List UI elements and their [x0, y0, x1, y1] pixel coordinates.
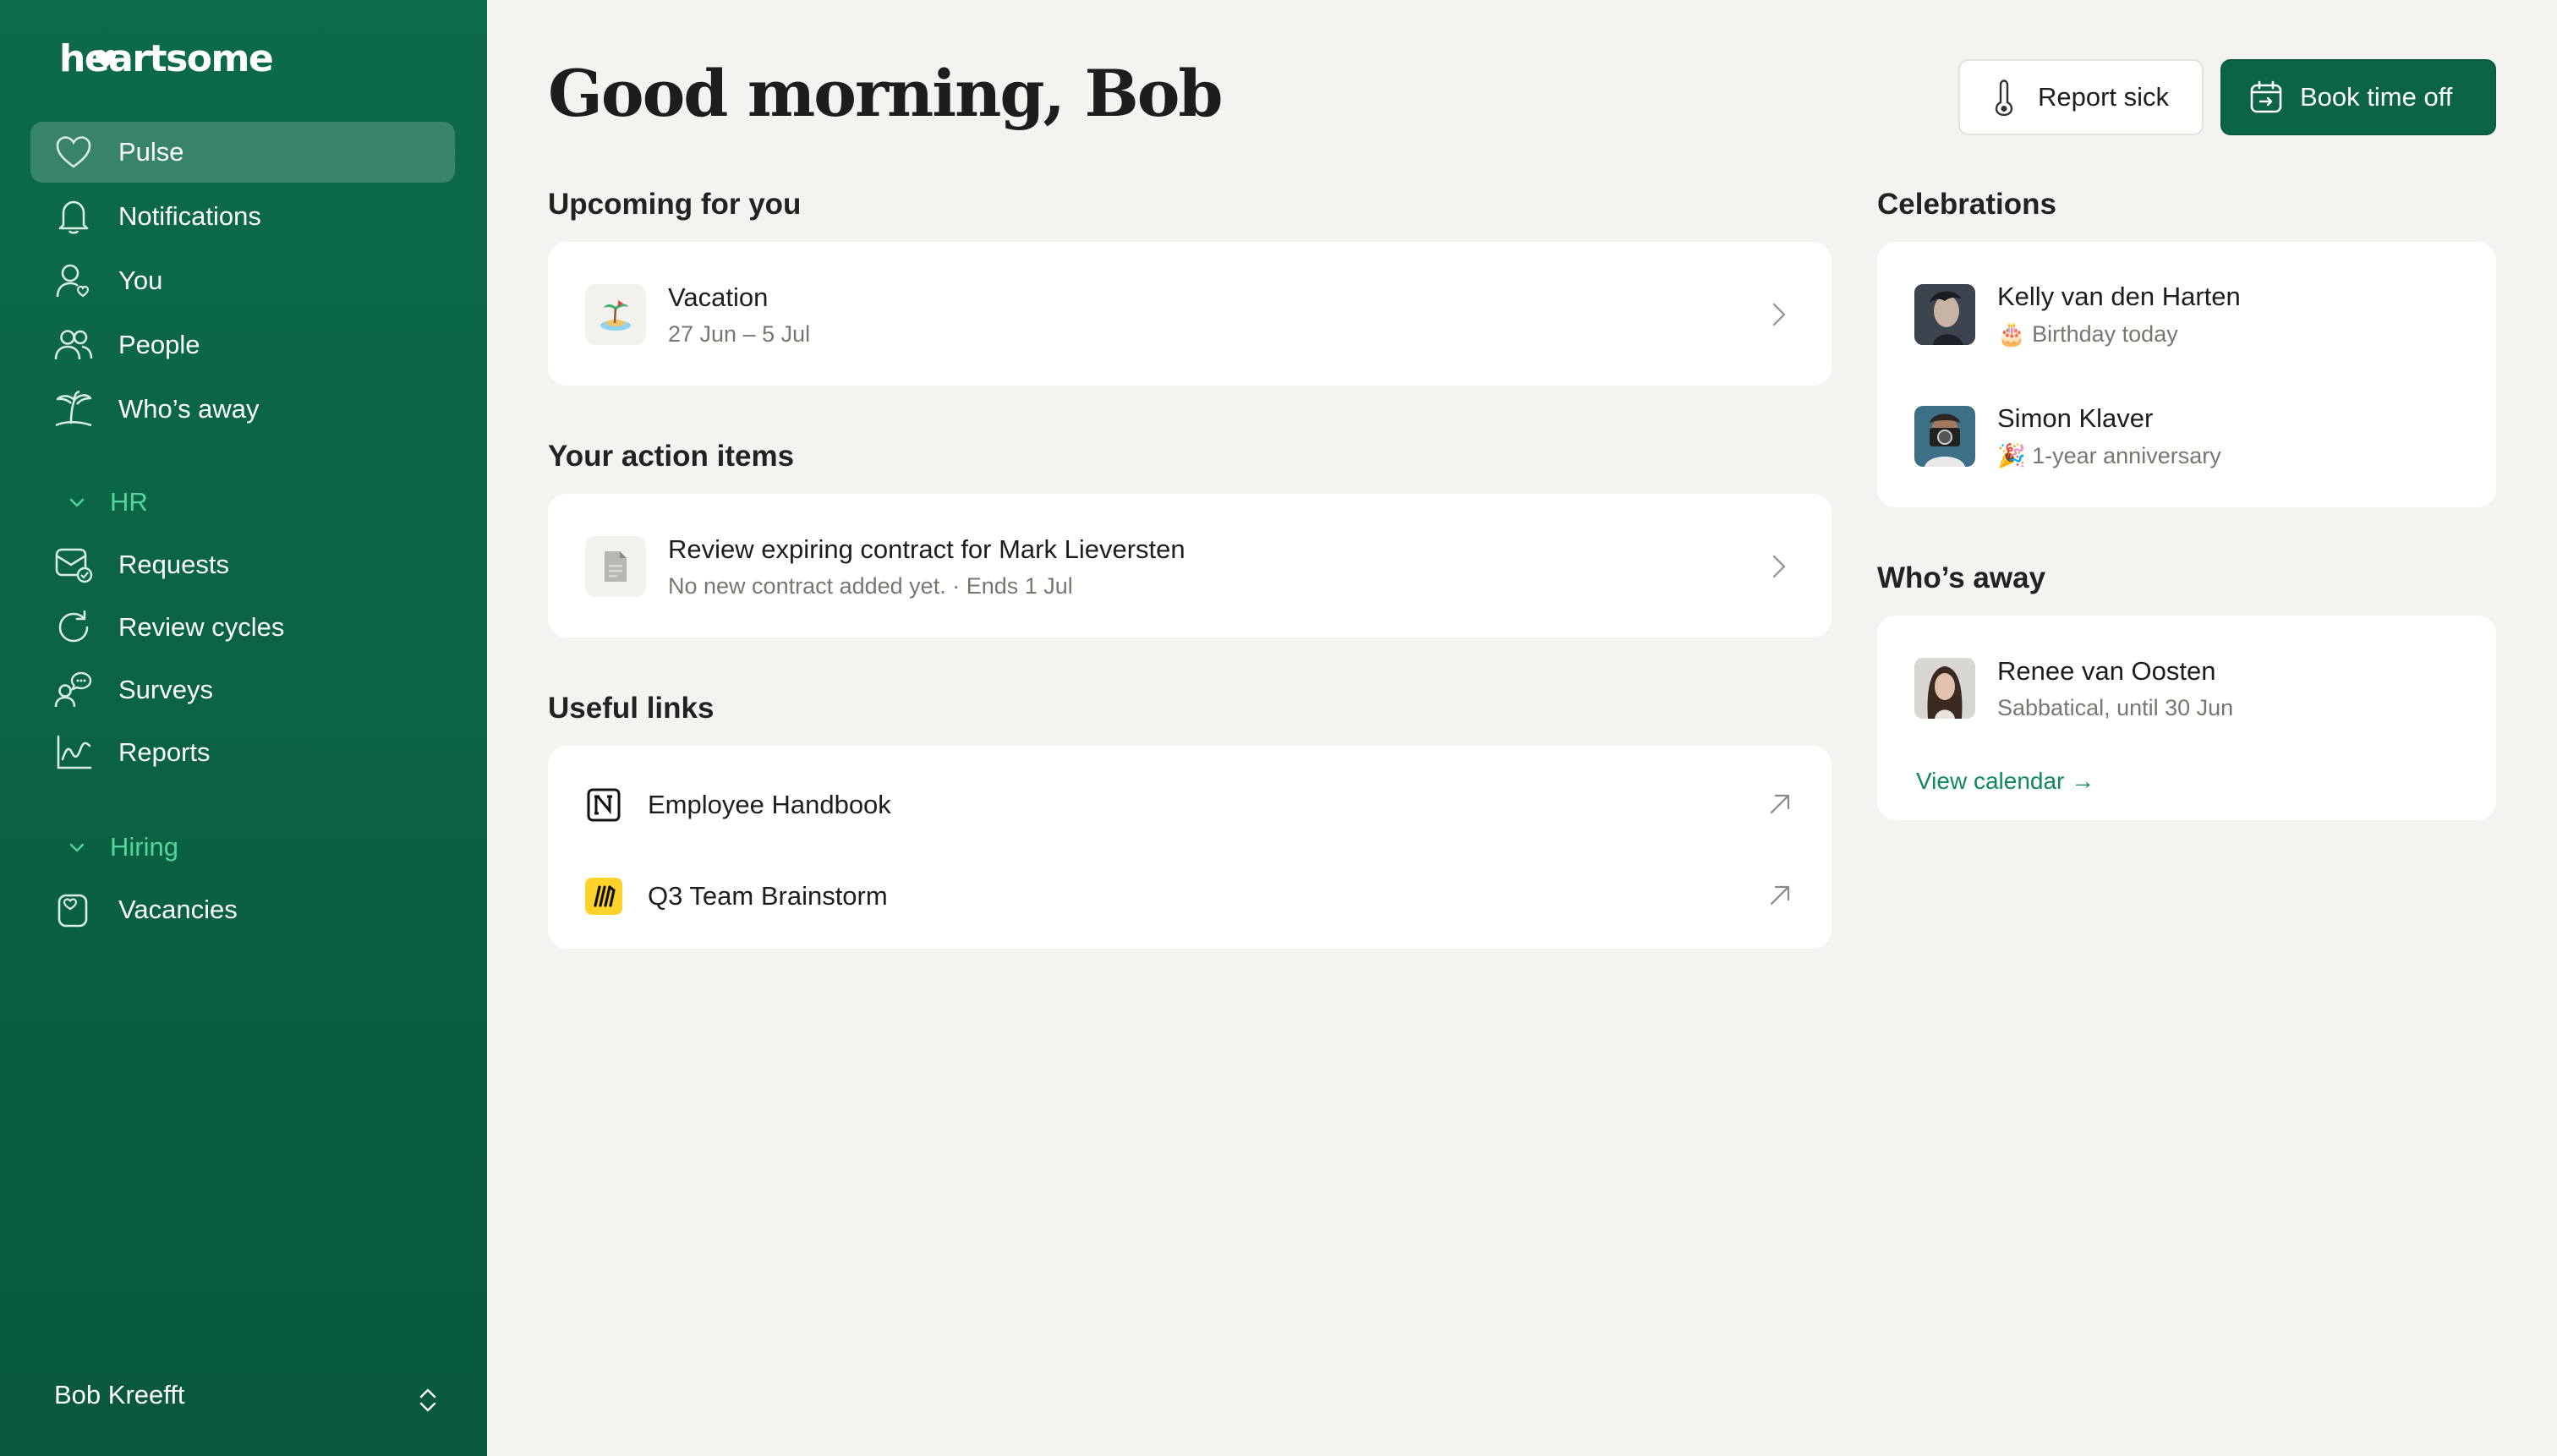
- list-item[interactable]: Simon Klaver 🎉 1-year anniversary: [1914, 401, 2456, 472]
- sidebar-item-vacancies[interactable]: Vacancies: [30, 879, 455, 940]
- sidebar-item-surveys[interactable]: Surveys: [30, 660, 455, 720]
- current-user-name[interactable]: Bob Kreefft: [54, 1380, 185, 1410]
- report-sick-label: Report sick: [2038, 82, 2170, 112]
- document-icon: [585, 536, 646, 597]
- external-link-arrow-icon[interactable]: [1767, 791, 1793, 817]
- upcoming-card: Vacation 27 Jun – 5 Jul: [548, 242, 1832, 386]
- away-person-name: Renee van Oosten: [1997, 655, 2216, 686]
- sidebar-item-label: Reports: [118, 737, 211, 767]
- sidebar-item-people[interactable]: People: [30, 315, 455, 375]
- bell-icon: [54, 197, 93, 236]
- calendar-icon: [2249, 80, 2283, 114]
- link-item[interactable]: Employee Handbook: [585, 785, 1794, 825]
- chart-icon: [54, 733, 93, 772]
- celebration-detail: 🎂 Birthday today: [1997, 321, 2178, 347]
- list-item[interactable]: Vacation 27 Jun – 5 Jul: [585, 279, 1794, 350]
- logo-heart-icon: [96, 50, 116, 68]
- sidebar-item-label: Surveys: [118, 675, 213, 704]
- whos-away-card: Renee van Oosten Sabbatical, until 30 Ju…: [1877, 616, 2496, 820]
- sidebar-section-hiring[interactable]: Hiring: [30, 822, 178, 873]
- report-sick-button[interactable]: Report sick: [1958, 59, 2204, 135]
- section-title-celebrations: Celebrations: [1877, 188, 2056, 221]
- survey-icon: [54, 671, 93, 709]
- sidebar-section-label: HR: [110, 487, 148, 517]
- sidebar-item-label: Notifications: [118, 201, 261, 231]
- list-item[interactable]: Review expiring contract for Mark Liever…: [585, 531, 1794, 602]
- mail-check-icon: [54, 545, 93, 584]
- chevron-down-icon: [69, 498, 85, 507]
- sidebar-item-label: Requests: [118, 550, 229, 579]
- sidebar-item-requests[interactable]: Requests: [30, 534, 455, 595]
- list-item[interactable]: Kelly van den Harten 🎂 Birthday today: [1914, 279, 2456, 350]
- action-items-card: Review expiring contract for Mark Liever…: [548, 494, 1832, 638]
- user-icon: [54, 261, 93, 300]
- avatar: [1914, 406, 1975, 467]
- main-content: Good morning, Bob Report sick Book time …: [487, 0, 2557, 1456]
- sidebar-section-label: Hiring: [110, 832, 178, 862]
- notion-icon: [585, 786, 622, 824]
- section-title-useful-links: Useful links: [548, 692, 715, 725]
- island-icon: [585, 284, 646, 345]
- avatar: [1914, 658, 1975, 719]
- sidebar-item-label: People: [118, 330, 200, 359]
- sidebar-item-label: Review cycles: [118, 612, 285, 642]
- away-person-detail: Sabbatical, until 30 Jun: [1997, 694, 2234, 720]
- refresh-icon: [54, 608, 93, 647]
- link-item[interactable]: Q3 Team Brainstorm: [585, 876, 1794, 917]
- chevron-up-down-icon[interactable]: [414, 1385, 441, 1415]
- chevron-down-icon: [69, 843, 85, 852]
- useful-links-card: Employee Handbook Q3 Team Brainstorm: [548, 746, 1832, 949]
- sidebar-item-label: Pulse: [118, 137, 184, 167]
- celebrations-card: Kelly van den Harten 🎂 Birthday today Si…: [1877, 242, 2496, 507]
- sidebar-item-whos-away[interactable]: Who’s away: [30, 379, 455, 440]
- sidebar-section-hr[interactable]: HR: [30, 477, 148, 528]
- avatar: [1914, 284, 1975, 345]
- sidebar-item-pulse[interactable]: Pulse: [30, 122, 455, 183]
- sidebar-item-label: You: [118, 265, 163, 295]
- sidebar-item-reports[interactable]: Reports: [30, 722, 455, 783]
- miro-icon: [585, 878, 622, 915]
- upcoming-dates: 27 Jun – 5 Jul: [668, 320, 811, 347]
- link-label: Employee Handbook: [648, 790, 891, 819]
- sidebar-item-label: Who’s away: [118, 394, 260, 424]
- sidebar-item-you[interactable]: You: [30, 250, 455, 311]
- action-item-title: Review expiring contract for Mark Liever…: [668, 534, 1185, 564]
- sidebar-item-notifications[interactable]: Notifications: [30, 186, 455, 247]
- upcoming-title: Vacation: [668, 282, 769, 312]
- view-calendar-link[interactable]: View calendar →: [1916, 768, 2094, 795]
- sidebar-item-label: Vacancies: [118, 895, 238, 924]
- section-title-upcoming: Upcoming for you: [548, 188, 802, 221]
- palm-tree-icon: [54, 390, 93, 429]
- chevron-right-icon[interactable]: [1769, 553, 1789, 580]
- book-time-off-button[interactable]: Book time off: [2220, 59, 2496, 135]
- section-title-action-items: Your action items: [548, 440, 795, 473]
- sidebar: heartsome Pulse Notifications You People…: [0, 0, 487, 1456]
- sidebar-item-review-cycles[interactable]: Review cycles: [30, 597, 455, 658]
- book-time-off-label: Book time off: [2300, 82, 2453, 112]
- celebration-name: Simon Klaver: [1997, 403, 2154, 433]
- list-item[interactable]: Renee van Oosten Sabbatical, until 30 Ju…: [1914, 653, 2456, 724]
- section-title-whos-away: Who’s away: [1877, 561, 2046, 594]
- app-logo[interactable]: heartsome: [59, 37, 274, 80]
- page-title: Good morning, Bob: [548, 56, 1224, 131]
- vacancy-icon: [54, 890, 93, 929]
- action-item-subtitle: No new contract added yet. · Ends 1 Jul: [668, 572, 1073, 599]
- celebration-name: Kelly van den Harten: [1997, 282, 2241, 311]
- heart-icon: [54, 133, 93, 172]
- chevron-right-icon[interactable]: [1769, 301, 1789, 328]
- thermometer-icon: [1987, 79, 2021, 116]
- link-label: Q3 Team Brainstorm: [648, 881, 888, 911]
- celebration-detail: 🎉 1-year anniversary: [1997, 443, 2221, 468]
- external-link-arrow-icon[interactable]: [1767, 883, 1793, 908]
- people-icon: [54, 326, 93, 364]
